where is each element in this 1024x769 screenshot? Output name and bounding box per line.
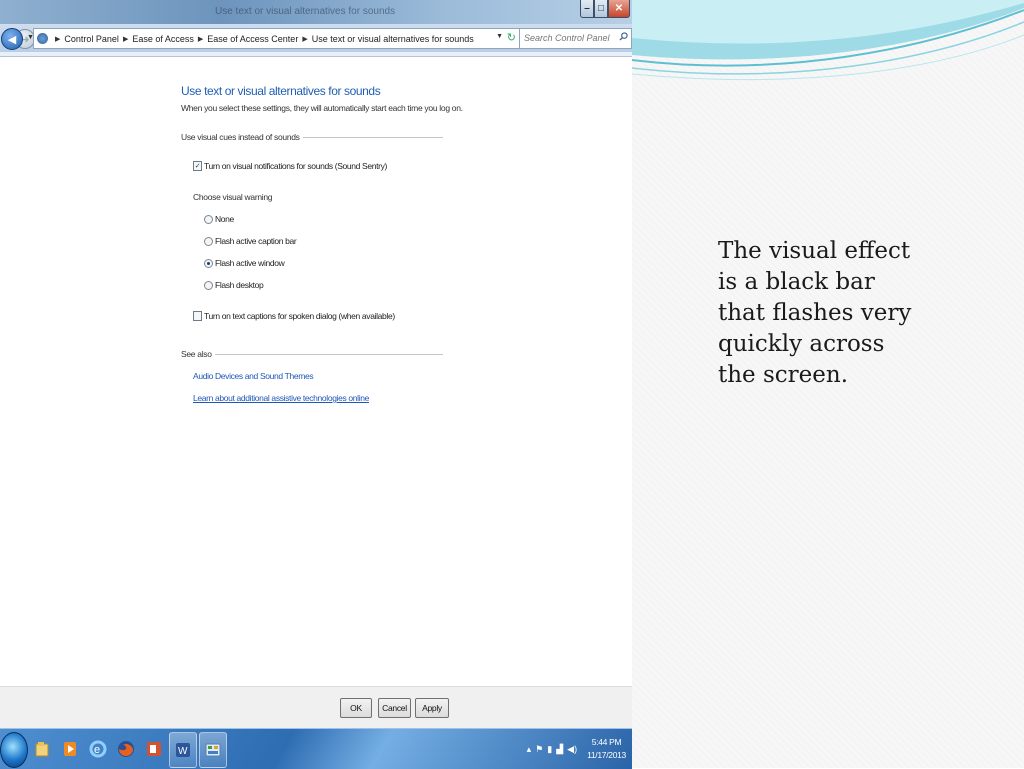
control-panel-icon <box>37 33 48 44</box>
text-captions-checkbox[interactable] <box>193 311 202 321</box>
see-also-header: See also <box>181 348 443 360</box>
breadcrumb-ease-of-access[interactable]: Ease of Access <box>132 34 194 44</box>
search-box[interactable] <box>519 28 632 49</box>
chevron-right-icon[interactable]: ▶ <box>55 35 60 43</box>
slide-panel: The visual effect is a black bar that fl… <box>632 0 1024 768</box>
title-bar[interactable]: Use text or visual alternatives for soun… <box>0 0 632 24</box>
svg-text:W: W <box>178 746 188 757</box>
show-hidden-icons-icon[interactable]: ▴ <box>527 744 532 755</box>
taskbar: e W ▴ ⚑ ▮ ▟ ◀) 5:44 PM 11/17/2013 <box>0 728 632 769</box>
action-center-icon[interactable]: ⚑ <box>535 744 543 755</box>
sound-sentry-checkbox[interactable]: ✓ <box>193 161 202 171</box>
network-icon[interactable]: ▮ <box>547 744 552 755</box>
apply-button[interactable]: Apply <box>415 698 449 718</box>
powerpoint-icon[interactable] <box>141 732 167 766</box>
minimize-button[interactable]: – <box>580 0 594 18</box>
chevron-right-icon[interactable]: ▶ <box>302 35 307 43</box>
radio-option-none[interactable]: None <box>204 214 234 224</box>
clock-time: 5:44 PM <box>591 737 622 747</box>
breadcrumb-ease-of-access-center[interactable]: Ease of Access Center <box>207 34 298 44</box>
back-button[interactable]: ◀ <box>1 28 23 50</box>
maximize-button[interactable]: □ <box>594 0 608 18</box>
dialog-footer: OK Cancel Apply <box>0 686 632 728</box>
close-button[interactable]: ✕ <box>608 0 630 18</box>
control-panel-window: Use text or visual alternatives for soun… <box>0 0 632 728</box>
firefox-icon[interactable] <box>113 732 139 766</box>
text-captions-label: Turn on text captions for spoken dialog … <box>204 311 395 321</box>
visual-cues-group-header: Use visual cues instead of sounds <box>181 131 443 143</box>
radio-option-flash-caption-bar[interactable]: Flash active caption bar <box>204 236 297 246</box>
breadcrumb-control-panel[interactable]: Control Panel <box>64 34 119 44</box>
volume-icon[interactable]: ◀) <box>567 744 577 755</box>
window-title: Use text or visual alternatives for soun… <box>215 6 396 17</box>
see-also-divider <box>214 353 443 355</box>
assistive-tech-link[interactable]: Learn about additional assistive technol… <box>193 393 369 403</box>
sound-sentry-label: Turn on visual notifications for sounds … <box>204 161 388 171</box>
word-icon[interactable]: W <box>169 732 197 768</box>
breadcrumb-current-page[interactable]: Use text or visual alternatives for soun… <box>312 34 474 44</box>
refresh-icon[interactable]: ↻ <box>507 31 516 44</box>
clock-date: 11/17/2013 <box>587 750 626 760</box>
radio-flash-desktop[interactable] <box>204 280 213 290</box>
clock[interactable]: 5:44 PM 11/17/2013 <box>587 736 626 762</box>
media-player-icon[interactable] <box>57 732 83 766</box>
radio-option-flash-window[interactable]: Flash active window <box>204 258 285 268</box>
address-dropdown-icon[interactable]: ▼ <box>496 33 503 40</box>
chevron-right-icon[interactable]: ▶ <box>198 35 203 43</box>
radio-label: Flash active caption bar <box>215 236 297 246</box>
radio-label: None <box>215 214 234 224</box>
sound-sentry-option[interactable]: ✓ Turn on visual notifications for sound… <box>193 161 387 171</box>
address-bar[interactable]: ▶ Control Panel ▶ Ease of Access ▶ Ease … <box>33 28 520 49</box>
navigation-bar: ➜ ◀ ▼ ▶ Control Panel ▶ Ease of Access ▶… <box>0 24 632 52</box>
page-description: When you select these settings, they wil… <box>181 103 463 113</box>
windows-explorer-icon[interactable] <box>29 732 55 766</box>
search-input[interactable] <box>520 29 616 46</box>
window-controls: – □ ✕ <box>580 0 630 18</box>
radio-label: Flash active window <box>215 258 285 268</box>
settings-content: Use text or visual alternatives for soun… <box>0 57 632 686</box>
signal-icon[interactable]: ▟ <box>556 744 563 755</box>
radio-option-flash-desktop[interactable]: Flash desktop <box>204 280 264 290</box>
cancel-button[interactable]: Cancel <box>378 698 411 718</box>
chevron-right-icon[interactable]: ▶ <box>123 35 128 43</box>
slide-wave-decoration <box>632 0 1024 81</box>
slide-caption: The visual effect is a black bar that fl… <box>718 238 912 388</box>
tray-icons: ▴ ⚑ ▮ ▟ ◀) <box>527 744 577 755</box>
group-label: Use visual cues instead of sounds <box>181 132 300 142</box>
radio-flash-caption-bar[interactable] <box>204 236 213 246</box>
group-divider <box>302 136 443 138</box>
internet-explorer-icon[interactable]: e <box>85 732 111 766</box>
radio-flash-window[interactable] <box>204 258 213 268</box>
radio-label: Flash desktop <box>215 280 264 290</box>
radio-none[interactable] <box>204 214 213 224</box>
visual-warning-label: Choose visual warning <box>193 192 273 202</box>
back-arrow-icon: ◀ <box>7 33 17 46</box>
audio-devices-link[interactable]: Audio Devices and Sound Themes <box>193 371 314 381</box>
text-captions-option[interactable]: Turn on text captions for spoken dialog … <box>193 311 395 321</box>
start-button[interactable] <box>0 732 28 768</box>
ok-button[interactable]: OK <box>340 698 372 718</box>
system-tray: ▴ ⚑ ▮ ▟ ◀) 5:44 PM 11/17/2013 <box>527 729 627 769</box>
search-icon[interactable] <box>619 32 628 41</box>
see-also-label: See also <box>181 349 212 359</box>
page-title: Use text or visual alternatives for soun… <box>181 84 381 98</box>
control-panel-taskbar-icon[interactable] <box>199 732 227 768</box>
svg-text:e: e <box>94 744 100 756</box>
